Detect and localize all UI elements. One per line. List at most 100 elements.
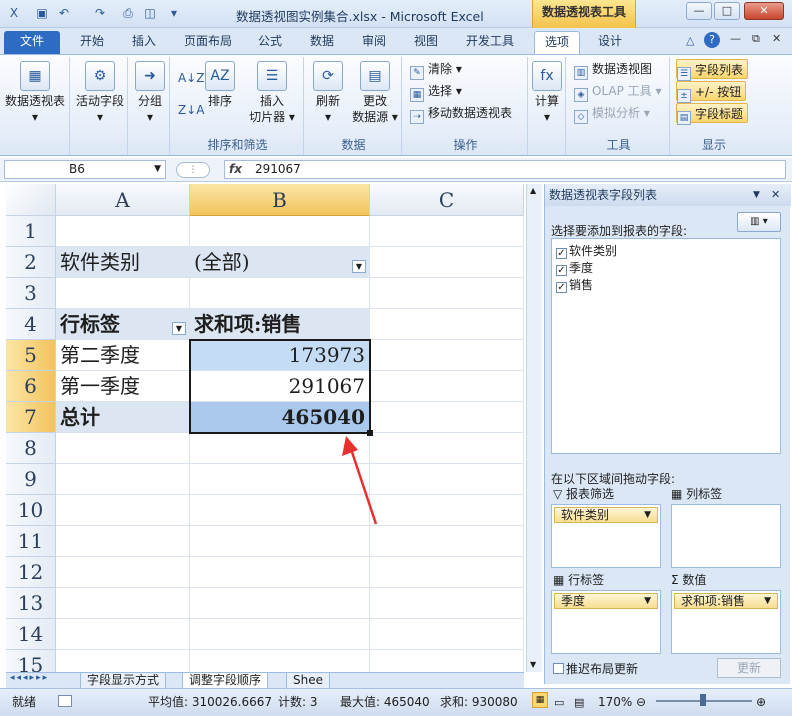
update-button[interactable]: 更新: [717, 658, 781, 678]
grid-cell[interactable]: [190, 278, 370, 309]
zoom-level[interactable]: 170%: [598, 691, 632, 713]
select-all-corner[interactable]: [6, 184, 56, 216]
grid-cell[interactable]: [56, 650, 190, 672]
insert-slicer-button[interactable]: ☰ 插入 切片器 ▾: [244, 61, 300, 125]
change-source-button[interactable]: ▤ 更改 数据源 ▾: [350, 61, 400, 125]
calculate-button[interactable]: fx 计算 ▾: [530, 61, 564, 125]
tab-page-layout[interactable]: 页面布局: [176, 31, 240, 54]
formula-input[interactable]: fx 291067: [224, 160, 786, 179]
cell-b6[interactable]: 291067: [190, 371, 370, 402]
sheet-nav-icons[interactable]: ◂◂◂▸▸▸: [10, 673, 49, 683]
chip-dropdown-icon[interactable]: ▼: [764, 594, 771, 608]
column-header-c[interactable]: C: [370, 184, 524, 216]
row-header[interactable]: 11: [6, 526, 56, 557]
page-layout-view-icon[interactable]: ▭: [554, 692, 564, 714]
group-button[interactable]: ➜ 分组 ▾: [132, 61, 168, 125]
grid-cell[interactable]: [370, 278, 524, 309]
row-header[interactable]: 10: [6, 495, 56, 526]
print-preview-icon[interactable]: ◫: [142, 5, 158, 21]
tab-options[interactable]: 选项: [534, 31, 580, 54]
row-header[interactable]: 13: [6, 588, 56, 619]
excel-logo-icon[interactable]: X: [6, 5, 22, 21]
sort-ascending-icon[interactable]: A↓Z: [178, 71, 204, 85]
cell-b4[interactable]: 求和项:销售: [190, 309, 370, 340]
grid-cell[interactable]: [56, 557, 190, 588]
refresh-button[interactable]: ⟳ 刷新 ▾: [310, 61, 346, 125]
checkbox-icon[interactable]: [553, 663, 564, 674]
field-item-sales[interactable]: ✓ 销售: [556, 277, 593, 293]
vertical-scrollbar[interactable]: ▲ ▼: [526, 184, 542, 672]
macro-record-icon[interactable]: [58, 695, 72, 707]
cell-a7[interactable]: 总计: [56, 402, 190, 433]
grid-cell[interactable]: [190, 216, 370, 247]
grid-cell[interactable]: [370, 309, 524, 340]
checkbox-icon[interactable]: ✓: [556, 265, 567, 276]
row-header[interactable]: 2: [6, 247, 56, 278]
sort-button[interactable]: AZ 排序: [202, 61, 238, 109]
grid-cell[interactable]: [370, 650, 524, 672]
grid-cell[interactable]: [56, 619, 190, 650]
grid-cell[interactable]: [370, 619, 524, 650]
grid-cell[interactable]: [56, 433, 190, 464]
cell-b2[interactable]: (全部): [190, 247, 370, 278]
values-zone[interactable]: 求和项:销售 ▼: [671, 590, 781, 654]
tab-home[interactable]: 开始: [70, 31, 114, 54]
tab-formulas[interactable]: 公式: [250, 31, 290, 54]
row-header[interactable]: 1: [6, 216, 56, 247]
tab-review[interactable]: 视图: [406, 31, 446, 54]
cell-a2[interactable]: 软件类别: [56, 247, 190, 278]
layout-options-button[interactable]: ▥ ▾: [737, 212, 781, 232]
row-header[interactable]: 7: [6, 402, 56, 433]
pane-menu-icon[interactable]: ▼: [753, 184, 760, 206]
zoom-out-icon[interactable]: ⊖: [636, 691, 646, 713]
grid-cell[interactable]: [56, 216, 190, 247]
grid-cell[interactable]: [190, 526, 370, 557]
zoom-in-icon[interactable]: ⊕: [756, 691, 766, 713]
chip-dropdown-icon[interactable]: ▼: [644, 594, 651, 608]
grid-cell[interactable]: [370, 495, 524, 526]
defer-update-option[interactable]: 推迟布局更新: [553, 660, 638, 677]
grid-cell[interactable]: [370, 402, 524, 433]
help-icon[interactable]: ?: [704, 32, 720, 48]
grid-cell[interactable]: [190, 650, 370, 672]
plus-minus-buttons-toggle[interactable]: ± +/- 按钮: [676, 81, 747, 103]
sheet-tab-3[interactable]: Shee: [286, 673, 330, 689]
grid-cell[interactable]: [190, 557, 370, 588]
undo-icon[interactable]: ↶: [56, 5, 72, 21]
column-labels-zone[interactable]: [671, 504, 781, 568]
scroll-down-icon[interactable]: ▼: [530, 660, 536, 669]
whatif-button[interactable]: ◇ 模拟分析 ▾: [574, 103, 650, 124]
select-button[interactable]: ▦ 选择 ▾: [410, 81, 462, 102]
tab-insert[interactable]: 插入: [122, 31, 166, 54]
row-header[interactable]: 9: [6, 464, 56, 495]
redo-icon[interactable]: ↷: [92, 5, 108, 21]
row-header[interactable]: 12: [6, 557, 56, 588]
grid-cell[interactable]: [370, 247, 524, 278]
grid-cell[interactable]: [370, 371, 524, 402]
grid-cell[interactable]: [56, 495, 190, 526]
grid-cell[interactable]: [190, 588, 370, 619]
values-chip[interactable]: 求和项:销售 ▼: [674, 593, 778, 609]
cell-b7[interactable]: 465040: [190, 402, 370, 433]
clear-button[interactable]: ✎ 清除 ▾: [410, 59, 462, 80]
grid-cell[interactable]: [370, 557, 524, 588]
grid-cell[interactable]: [370, 433, 524, 464]
report-filter-dropdown-icon[interactable]: ▼: [352, 260, 366, 273]
page-break-view-icon[interactable]: ▤: [574, 692, 584, 714]
field-item-category[interactable]: ✓ 软件类别: [556, 243, 617, 259]
column-header-b[interactable]: B: [190, 184, 370, 216]
scroll-up-icon[interactable]: ▲: [530, 186, 536, 195]
print-icon[interactable]: ⎙: [120, 5, 136, 21]
grid-cell[interactable]: [370, 526, 524, 557]
checkbox-icon[interactable]: ✓: [556, 248, 567, 259]
normal-view-icon[interactable]: ▦: [532, 692, 548, 708]
cell-a5[interactable]: 第二季度: [56, 340, 190, 371]
field-list-toggle[interactable]: ☰ 字段列表: [676, 59, 749, 81]
sheet-tab-2[interactable]: 调整字段顺序: [182, 673, 269, 689]
filter-chip[interactable]: 软件类别 ▼: [554, 507, 658, 523]
zoom-slider-thumb[interactable]: [700, 694, 706, 706]
doc-minimize-icon[interactable]: —: [730, 32, 741, 45]
customize-qat-icon[interactable]: ▾: [166, 5, 182, 21]
grid-cell[interactable]: [56, 278, 190, 309]
fx-icon[interactable]: fx: [229, 161, 242, 178]
